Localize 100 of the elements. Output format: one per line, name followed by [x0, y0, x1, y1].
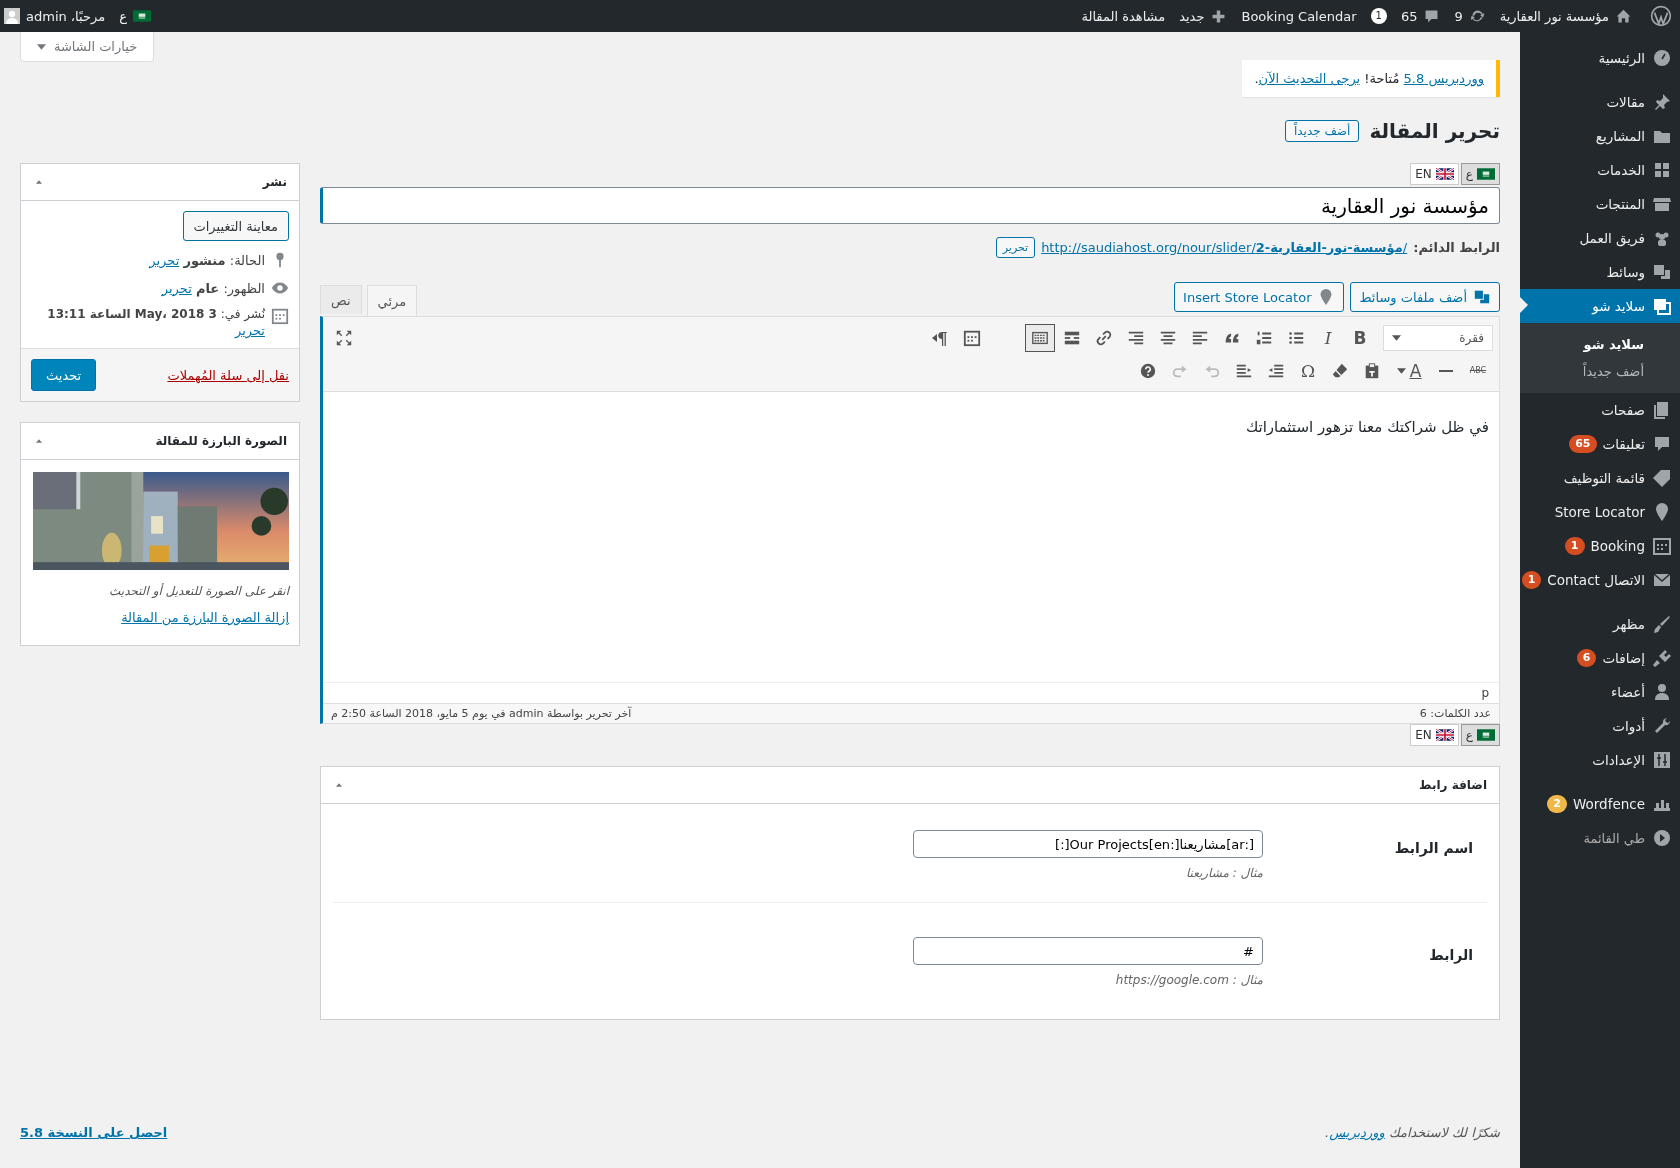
toolbar-menu-item[interactable]: جديد: [1179, 7, 1228, 25]
flag-icon: [1435, 168, 1454, 180]
language-button[interactable]: ع: [1460, 163, 1500, 185]
language-menu[interactable]: ع: [119, 8, 151, 24]
publish-date-text: نُشر في: 3 May، 2018 الساعة 13:11: [47, 307, 265, 321]
submenu-item[interactable]: سلايد شو: [1520, 331, 1680, 358]
edit-link[interactable]: تحرير: [149, 252, 180, 268]
menu-item[interactable]: وسائط: [1604, 255, 1680, 289]
field-label: اسم الرابط: [1393, 839, 1474, 856]
submenu-item[interactable]: أضف جديداً: [1520, 358, 1680, 385]
menu-item[interactable]: أعضاء: [1609, 675, 1680, 709]
italic-button[interactable]: I: [1313, 323, 1343, 352]
count-badge: 1: [1564, 537, 1585, 555]
add-new-button[interactable]: أضف جديداً: [1284, 120, 1360, 142]
edit-link[interactable]: تحرير: [161, 280, 192, 296]
fullscreen-icon: [335, 328, 353, 347]
add-media-button[interactable]: أضف ملفات وسائط: [1350, 282, 1500, 312]
menu-item[interactable]: تعليقات: [1600, 427, 1680, 461]
edit-link[interactable]: تحرير: [235, 323, 265, 338]
move-to-trash-link[interactable]: نقل إلى سلة المُهملات: [167, 367, 289, 383]
count-badge: 65: [1569, 435, 1597, 453]
toolbar-toggle-button[interactable]: [1025, 323, 1055, 352]
update-notice: ووردبريس 5.8 مُتاحة! يرجى التحديث الآن.: [1242, 60, 1500, 97]
panel-title: نشر: [262, 175, 287, 189]
status-text: الحالة: منشور تحرير: [149, 252, 265, 268]
panel-title: اضافة رابط: [1419, 778, 1487, 792]
format-dropdown[interactable]: فقرة: [1383, 324, 1493, 351]
menu-item[interactable]: Store Locator: [1552, 495, 1680, 529]
language-button[interactable]: EN: [1410, 724, 1459, 746]
count-badge: 1: [1521, 571, 1542, 589]
menu-item[interactable]: أدوات: [1610, 709, 1680, 743]
menu-item[interactable]: Wordfence: [1570, 787, 1680, 821]
title-field[interactable]: مؤسسة نور العقارية: [320, 187, 1500, 224]
remove-image-link[interactable]: إزالة الصورة البارزة من المقالة: [121, 610, 289, 625]
menu-item[interactable]: Booking: [1588, 529, 1680, 563]
editor-tab[interactable]: نص: [320, 285, 362, 314]
last-edited-text: آخر تحرير بواسطة admin في يوم 5 مايو، 2018 الساعة 2:50 م: [331, 707, 632, 720]
toolbar-menu-item[interactable]: 65: [1400, 7, 1441, 25]
toolbar-menu-item[interactable]: 9: [1454, 7, 1486, 25]
caret-icon: [37, 43, 46, 50]
tag-icon: [1652, 468, 1672, 488]
grid-icon: [1652, 160, 1672, 180]
logo-icon: [1650, 5, 1672, 27]
flag-icon: [1477, 168, 1495, 180]
menu-item[interactable]: قائمة التوظيف: [1561, 461, 1680, 495]
calendar-icon: [1652, 536, 1672, 556]
menu-item[interactable]: المشاريع: [1593, 119, 1680, 153]
screen-options-tab[interactable]: خيارات الشاشة: [20, 32, 155, 62]
menu-item[interactable]: الاتصال Contact: [1545, 563, 1680, 597]
menu-item[interactable]: سلايد شو: [1520, 289, 1680, 323]
sliders-icon: [1652, 750, 1672, 770]
menu-item[interactable]: فريق العمل: [1577, 221, 1680, 255]
menu-item[interactable]: الرئيسية: [1596, 41, 1680, 75]
toolbar-menu-item[interactable]: مشاهدة المقالة: [1081, 8, 1166, 24]
user-icon: [1652, 682, 1672, 702]
language-button[interactable]: EN: [1410, 163, 1459, 185]
text-field[interactable]: [:ar]مشاريعنا[:en]Our Projects[:]: [913, 830, 1263, 858]
flag-icon: [1477, 729, 1495, 741]
dashboard-icon: [1652, 48, 1672, 68]
menu-item[interactable]: مقالات: [1604, 85, 1680, 119]
menu-item[interactable]: إضافات: [1600, 641, 1680, 675]
plug-icon: [1652, 648, 1672, 668]
text-direction-button[interactable]: ¶: [925, 323, 955, 352]
get-version-link[interactable]: احصل على النسخة 5.8: [20, 1125, 168, 1140]
footer-thanks: شكرًا لك لاستخدامك ووردبريس.: [1325, 1125, 1500, 1140]
wordpress-link[interactable]: ووردبريس: [1329, 1125, 1385, 1140]
insert-store-locator-button[interactable]: Insert Store Locator: [1174, 282, 1345, 312]
eraser-icon: [1331, 361, 1349, 380]
text-field[interactable]: #: [913, 937, 1263, 965]
menu-item[interactable]: الخدمات: [1595, 153, 1680, 187]
text-color-button[interactable]: A: [1389, 356, 1429, 385]
preview-changes-button[interactable]: معاينة التغييرات: [182, 211, 289, 241]
comment-icon: [1652, 434, 1672, 454]
paste-text-icon: [1363, 361, 1381, 380]
special-character-button[interactable]: Ω: [1293, 356, 1323, 385]
menu-item[interactable]: المنتجات: [1593, 187, 1680, 221]
word-count: عدد الكلمات: 6: [1419, 707, 1491, 720]
panel-title: الصورة البارزة للمقالة: [155, 434, 287, 448]
menu-item[interactable]: مظهر: [1611, 607, 1680, 641]
caret-icon: [932, 333, 938, 342]
edit-slug-button[interactable]: تحرير: [995, 236, 1036, 258]
help-icon: [1139, 361, 1157, 380]
strikethrough-button[interactable]: ABC: [1463, 356, 1493, 385]
flag-icon: [132, 10, 151, 22]
language-button[interactable]: ع: [1460, 724, 1500, 746]
editor-tab[interactable]: مرئي: [366, 285, 418, 316]
notice-link[interactable]: ووردبريس 5.8: [1403, 71, 1484, 86]
link-icon: [1095, 328, 1113, 347]
bold-button[interactable]: B: [1345, 323, 1375, 352]
menu-item[interactable]: الإعدادات: [1590, 743, 1680, 777]
menu-item[interactable]: صفحات: [1599, 393, 1680, 427]
menu-item[interactable]: طي القائمة: [1581, 821, 1680, 855]
slides-icon: [1652, 296, 1672, 316]
toolbar-menu-item[interactable]: مؤسسة نور العقارية: [1499, 7, 1632, 25]
account-menu[interactable]: مرحبًا، admin: [4, 8, 106, 24]
update-button[interactable]: تحديث: [31, 359, 97, 391]
field-hint: مثال : https://google.com: [1114, 973, 1263, 987]
media-icon: [1652, 262, 1672, 282]
image-hint: انقر على الصورة للتعديل أو التحديث: [109, 584, 289, 598]
toolbar-menu-item[interactable]: Booking Calendar: [1241, 8, 1357, 24]
